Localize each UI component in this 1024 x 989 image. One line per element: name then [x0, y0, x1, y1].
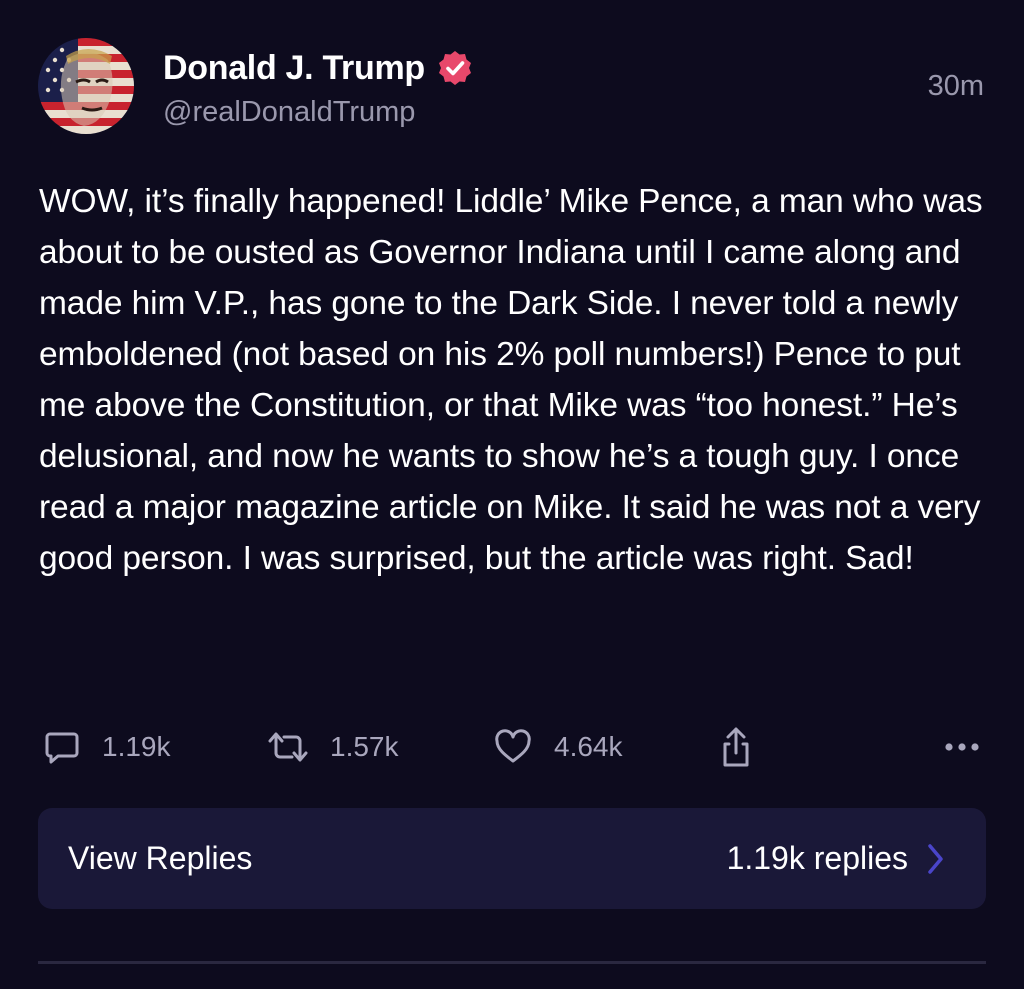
post-timestamp: 30m	[927, 70, 984, 102]
more-icon	[942, 737, 982, 757]
author-name-row: Donald J. Trump	[163, 46, 474, 90]
reply-count: 1.19k	[102, 731, 171, 762]
post-body: WOW, it’s finally happened! Liddle’ Mike…	[39, 183, 983, 577]
author-name[interactable]: Donald J. Trump	[163, 49, 425, 88]
divider	[38, 961, 986, 964]
author-handle[interactable]: @realDonaldTrump	[163, 96, 415, 129]
share-button[interactable]	[716, 722, 756, 772]
retruth-button[interactable]: 1.57k	[266, 722, 399, 772]
share-icon	[716, 725, 756, 769]
like-count: 4.64k	[554, 731, 623, 762]
more-button[interactable]	[942, 722, 982, 772]
avatar[interactable]	[38, 38, 134, 134]
action-bar: 1.19k 1.57k 4.64k	[40, 722, 986, 772]
like-icon	[492, 727, 534, 767]
retruth-icon	[266, 727, 310, 767]
view-replies-label: View Replies	[68, 840, 253, 876]
replies-count: 1.19k replies	[726, 840, 908, 876]
post-card: Donald J. Trump @realDonaldTrump 30m WOW…	[0, 0, 1024, 989]
retruth-count: 1.57k	[330, 731, 399, 762]
chevron-right-icon	[926, 842, 946, 881]
reply-button[interactable]: 1.19k	[42, 722, 171, 772]
reply-icon	[42, 727, 82, 767]
verified-icon	[436, 49, 474, 87]
like-button[interactable]: 4.64k	[492, 722, 623, 772]
view-replies-button[interactable]: View Replies 1.19k replies	[38, 808, 986, 909]
